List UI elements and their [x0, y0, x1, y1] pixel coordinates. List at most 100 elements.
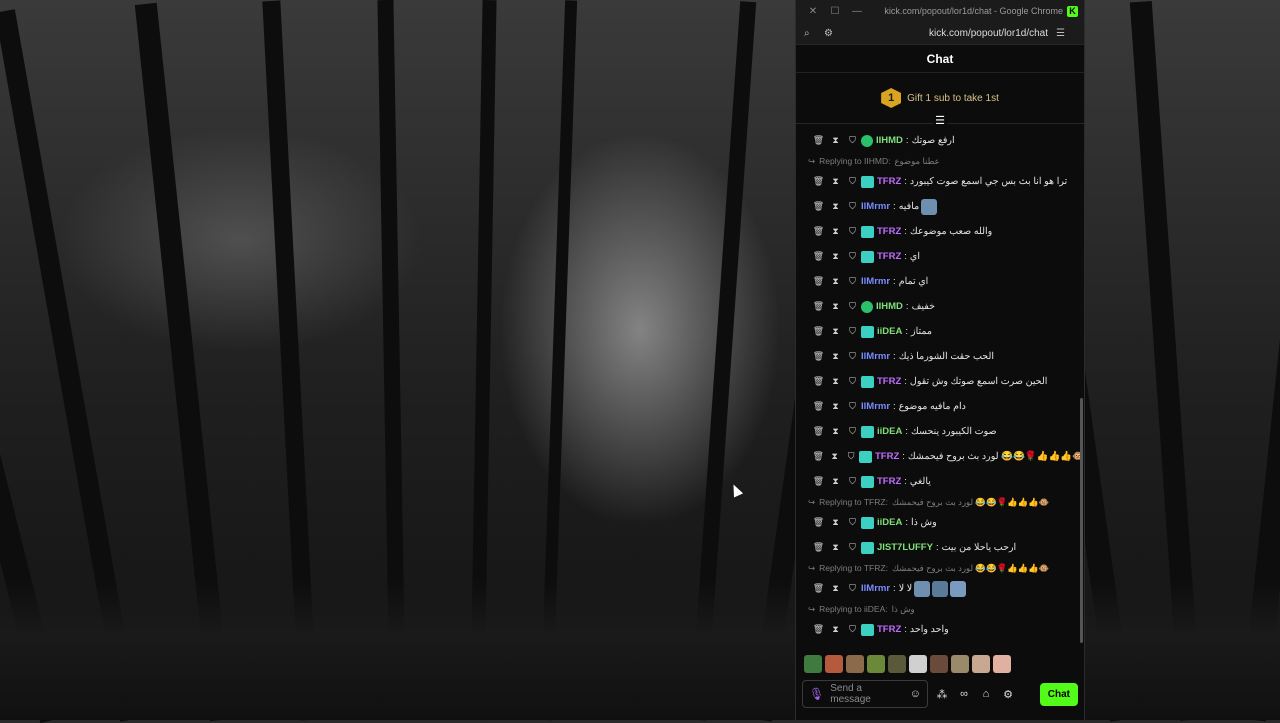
- chat-username[interactable]: IlMrmr: [861, 351, 890, 362]
- chat-message[interactable]: 🗑 ⧗ ⛉ IlMrmr: مافيه: [796, 194, 1084, 219]
- emoji-icon[interactable]: ☺: [910, 688, 921, 700]
- timeout-icon[interactable]: ⧗: [827, 624, 844, 635]
- maximize-icon[interactable]: ☐: [824, 6, 846, 17]
- points-icon[interactable]: ⁂: [934, 688, 950, 701]
- chat-message[interactable]: 🗑 ⧗ ⛉ IlMrmr: الحب حقت الشورما ذيك: [796, 344, 1084, 369]
- ban-shield-icon[interactable]: ⛉: [844, 276, 861, 287]
- chat-username[interactable]: IlMrmr: [861, 201, 890, 212]
- chat-username[interactable]: iiDEA: [877, 517, 902, 528]
- ban-shield-icon[interactable]: ⛉: [844, 201, 861, 212]
- delete-icon[interactable]: 🗑: [810, 401, 827, 412]
- delete-icon[interactable]: 🗑: [810, 476, 827, 487]
- chat-username[interactable]: IlMrmr: [861, 583, 890, 594]
- chat-username[interactable]: TFRZ: [875, 451, 899, 462]
- ban-shield-icon[interactable]: ⛉: [843, 451, 859, 462]
- chat-username[interactable]: JIST7LUFFY: [877, 542, 933, 553]
- chat-username[interactable]: TFRZ: [877, 226, 901, 237]
- delete-icon[interactable]: 🗑: [810, 451, 826, 462]
- ban-shield-icon[interactable]: ⛉: [844, 542, 861, 553]
- reply-context[interactable]: ↪ Replying to TFRZ: لورد بث بروح فيحمشك 😂😂…: [796, 494, 1084, 510]
- emote-icon[interactable]: [993, 655, 1011, 673]
- url-text[interactable]: kick.com/popout/lor1d/chat: [844, 28, 1056, 39]
- chat-message[interactable]: 🗑 ⧗ ⛉ IlMrmr: لا لا: [796, 576, 1084, 601]
- ban-shield-icon[interactable]: ⛉: [844, 401, 861, 412]
- delete-icon[interactable]: 🗑: [810, 276, 827, 287]
- emote-icon[interactable]: [846, 655, 864, 673]
- chat-message[interactable]: 🗑 ⧗ ⛉ TFRZ: والله صعب موضوعك: [796, 219, 1084, 244]
- timeout-icon[interactable]: ⧗: [827, 517, 844, 528]
- gear-icon[interactable]: ⚙: [1000, 688, 1016, 701]
- emote-icon[interactable]: [888, 655, 906, 673]
- delete-icon[interactable]: 🗑: [810, 135, 827, 146]
- timeout-icon[interactable]: ⧗: [827, 351, 844, 362]
- chat-username[interactable]: TFRZ: [877, 476, 901, 487]
- ban-shield-icon[interactable]: ⛉: [844, 517, 861, 528]
- chat-message[interactable]: 🗑 ⧗ ⛉ TFRZ: ترا هو انا بث بس جي اسمع صوت كيب…: [796, 169, 1084, 194]
- delete-icon[interactable]: 🗑: [810, 301, 827, 312]
- chat-username[interactable]: IIHMD: [876, 301, 903, 312]
- chat-message[interactable]: 🗑 ⧗ ⛉ TFRZ: لورد بث بروح فيحمشك 😂😂🌹👍👍👍🐵: [796, 444, 1084, 469]
- chat-message[interactable]: 🗑 ⧗ ⛉ IIHMD: خفيف: [796, 294, 1084, 319]
- timeout-icon[interactable]: ⧗: [827, 251, 844, 262]
- chat-message[interactable]: 🗑 ⧗ ⛉ IIHMD: ارفع صوتك: [796, 128, 1084, 153]
- ban-shield-icon[interactable]: ⛉: [844, 476, 861, 487]
- chat-message-list[interactable]: 🗑 ⧗ ⛉ IIHMD: ارفع صوتك ↪ Replying to IIHMD: عطن…: [796, 128, 1084, 648]
- chat-message[interactable]: 🗑⧗⛉iiDEA:لورد بلده: [796, 642, 1084, 648]
- send-chat-button[interactable]: Chat: [1039, 682, 1078, 706]
- chat-username[interactable]: IIHMD: [876, 135, 903, 146]
- chat-username[interactable]: TFRZ: [877, 176, 901, 187]
- chat-message[interactable]: 🗑 ⧗ ⛉ IlMrmr: اي تمام: [796, 269, 1084, 294]
- timeout-icon[interactable]: ⧗: [827, 201, 844, 212]
- tune-icon[interactable]: ☰: [1056, 28, 1076, 39]
- ban-shield-icon[interactable]: ⛉: [844, 326, 861, 337]
- timeout-icon[interactable]: ⧗: [827, 583, 844, 594]
- emote-icon[interactable]: [930, 655, 948, 673]
- gift-sub-banner[interactable]: 1 Gift 1 sub to take 1st ☰: [796, 73, 1084, 127]
- store-icon[interactable]: ⌂: [978, 688, 994, 700]
- delete-icon[interactable]: 🗑: [810, 542, 827, 553]
- chat-message[interactable]: 🗑 ⧗ ⛉ TFRZ: يالغي: [796, 469, 1084, 494]
- delete-icon[interactable]: 🗑: [810, 376, 827, 387]
- timeout-icon[interactable]: ⧗: [827, 426, 844, 437]
- site-settings-icon[interactable]: ⚙: [824, 28, 844, 39]
- delete-icon[interactable]: 🗑: [810, 624, 827, 635]
- delete-icon[interactable]: 🗑: [810, 326, 827, 337]
- ban-shield-icon[interactable]: ⛉: [844, 583, 861, 594]
- ban-shield-icon[interactable]: ⛉: [844, 135, 861, 146]
- ban-shield-icon[interactable]: ⛉: [844, 426, 861, 437]
- timeout-icon[interactable]: ⧗: [827, 176, 844, 187]
- emote-icon[interactable]: [951, 655, 969, 673]
- timeout-icon[interactable]: ⧗: [827, 376, 844, 387]
- chat-message[interactable]: 🗑 ⧗ ⛉ IlMrmr: دام مافيه موضوع: [796, 394, 1084, 419]
- chat-message[interactable]: 🗑 ⧗ ⛉ TFRZ: الحين صرت اسمع صوتك وش تقول: [796, 369, 1084, 394]
- ban-shield-icon[interactable]: ⛉: [844, 624, 861, 635]
- filter-icon[interactable]: ☰: [933, 114, 947, 127]
- ban-shield-icon[interactable]: ⛉: [844, 351, 861, 362]
- delete-icon[interactable]: 🗑: [810, 176, 827, 187]
- chat-message[interactable]: 🗑 ⧗ ⛉ TFRZ: واحد واحد: [796, 617, 1084, 642]
- chat-message[interactable]: 🗑 ⧗ ⛉ JIST7LUFFY: ارحب ياحلا من بيت: [796, 535, 1084, 560]
- delete-icon[interactable]: 🗑: [810, 251, 827, 262]
- delete-icon[interactable]: 🗑: [810, 426, 827, 437]
- emote-icon[interactable]: [909, 655, 927, 673]
- timeout-icon[interactable]: ⧗: [827, 401, 844, 412]
- chat-scrollbar[interactable]: [1080, 398, 1083, 643]
- timeout-icon[interactable]: ⧗: [827, 226, 844, 237]
- timeout-icon[interactable]: ⧗: [826, 451, 842, 462]
- chat-message[interactable]: 🗑 ⧗ ⛉ TFRZ: اي: [796, 244, 1084, 269]
- microphone-icon[interactable]: 🎙: [809, 687, 824, 701]
- zoom-icon[interactable]: ⌕: [804, 28, 824, 39]
- timeout-icon[interactable]: ⧗: [827, 326, 844, 337]
- ban-shield-icon[interactable]: ⛉: [844, 301, 861, 312]
- reply-context[interactable]: ↪ Replying to TFRZ: لورد بث بروح فيحمشك 😂😂…: [796, 560, 1084, 576]
- timeout-icon[interactable]: ⧗: [827, 542, 844, 553]
- emote-icon[interactable]: [867, 655, 885, 673]
- ban-shield-icon[interactable]: ⛉: [844, 176, 861, 187]
- ban-shield-icon[interactable]: ⛉: [844, 251, 861, 262]
- emote-icon[interactable]: [825, 655, 843, 673]
- reply-context[interactable]: ↪ Replying to IIHMD: عطنا موضوع: [796, 153, 1084, 169]
- infinity-icon[interactable]: ∞: [956, 688, 972, 700]
- emote-icon[interactable]: [972, 655, 990, 673]
- delete-icon[interactable]: 🗑: [810, 583, 827, 594]
- delete-icon[interactable]: 🗑: [810, 226, 827, 237]
